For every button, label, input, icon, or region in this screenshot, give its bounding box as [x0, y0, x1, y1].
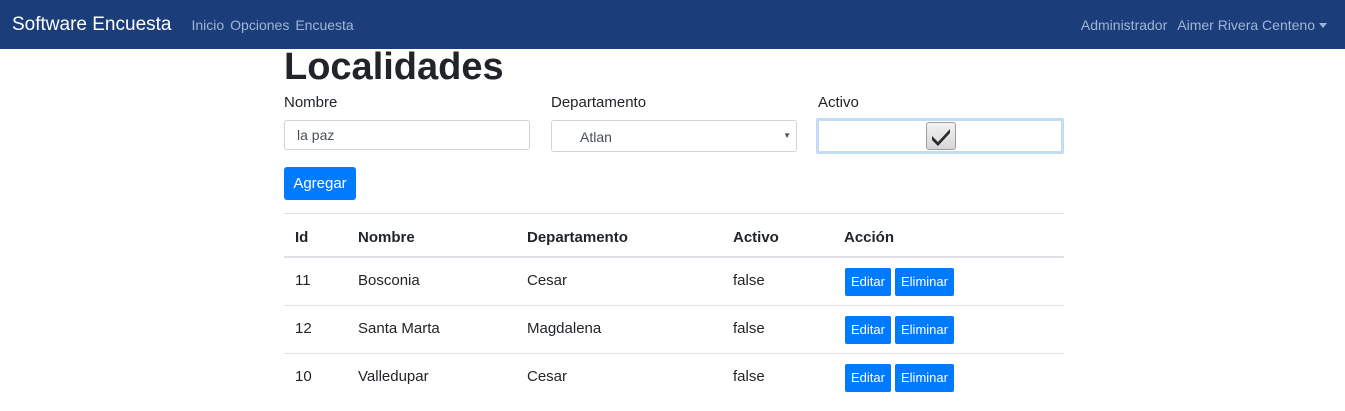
activo-checkbox-field: [816, 118, 1064, 154]
editar-button[interactable]: Editar: [845, 268, 891, 296]
user-menu[interactable]: Aimer Rivera Centeno: [1177, 17, 1327, 33]
cell-departamento: Cesar: [527, 368, 568, 385]
th-id: Id: [295, 229, 309, 246]
editar-button[interactable]: Editar: [845, 364, 891, 392]
agregar-button[interactable]: Agregar: [284, 167, 356, 200]
eliminar-button[interactable]: Eliminar: [895, 364, 954, 392]
user-name: Aimer Rivera Centeno: [1177, 16, 1315, 33]
nombre-input[interactable]: [284, 120, 530, 150]
eliminar-button[interactable]: Eliminar: [895, 316, 954, 344]
nombre-label: Nombre: [284, 94, 338, 111]
activo-label: Activo: [818, 94, 859, 111]
cell-departamento: Magdalena: [527, 320, 602, 337]
cell-nombre: Santa Marta: [358, 320, 440, 337]
editar-button[interactable]: Editar: [845, 316, 891, 344]
row-divider: [284, 353, 1064, 354]
th-departamento: Departamento: [527, 229, 628, 246]
nav-inicio[interactable]: Inicio: [191, 17, 224, 33]
row-divider: [284, 305, 1064, 306]
cell-activo: false: [733, 272, 765, 289]
cell-id: 12: [295, 320, 312, 337]
th-activo: Activo: [733, 229, 779, 246]
nav-encuesta[interactable]: Encuesta: [295, 17, 353, 33]
cell-id: 10: [295, 368, 312, 385]
caret-down-icon: [1319, 23, 1327, 29]
cell-id: 11: [295, 272, 311, 289]
top-navbar: Software Encuesta Inicio Opciones Encues…: [0, 0, 1345, 49]
th-nombre: Nombre: [358, 229, 415, 246]
page-title: Localidades: [284, 46, 504, 88]
nav-right: Administrador Aimer Rivera Centeno: [1081, 17, 1327, 33]
table-top-border: [284, 213, 1064, 214]
eliminar-button[interactable]: Eliminar: [895, 268, 954, 296]
activo-checkbox[interactable]: [926, 122, 956, 150]
nav-administrador[interactable]: Administrador: [1081, 17, 1167, 33]
cell-activo: false: [733, 368, 765, 385]
cell-nombre: Bosconia: [358, 272, 420, 289]
departamento-label: Departamento: [551, 94, 647, 111]
cell-departamento: Cesar: [527, 272, 568, 289]
nav-opciones[interactable]: Opciones: [230, 17, 289, 33]
brand-link[interactable]: Software Encuesta: [12, 14, 171, 36]
cell-activo: false: [733, 320, 765, 337]
departamento-selected: Atlan: [580, 129, 612, 145]
th-accion: Acción: [844, 229, 895, 246]
dropdown-arrow-icon: ▼: [783, 131, 791, 140]
table-header-border: [284, 256, 1064, 258]
checkmark-icon: [932, 129, 950, 146]
departamento-select[interactable]: Atlan ▼: [551, 120, 797, 152]
cell-nombre: Valledupar: [358, 368, 429, 385]
